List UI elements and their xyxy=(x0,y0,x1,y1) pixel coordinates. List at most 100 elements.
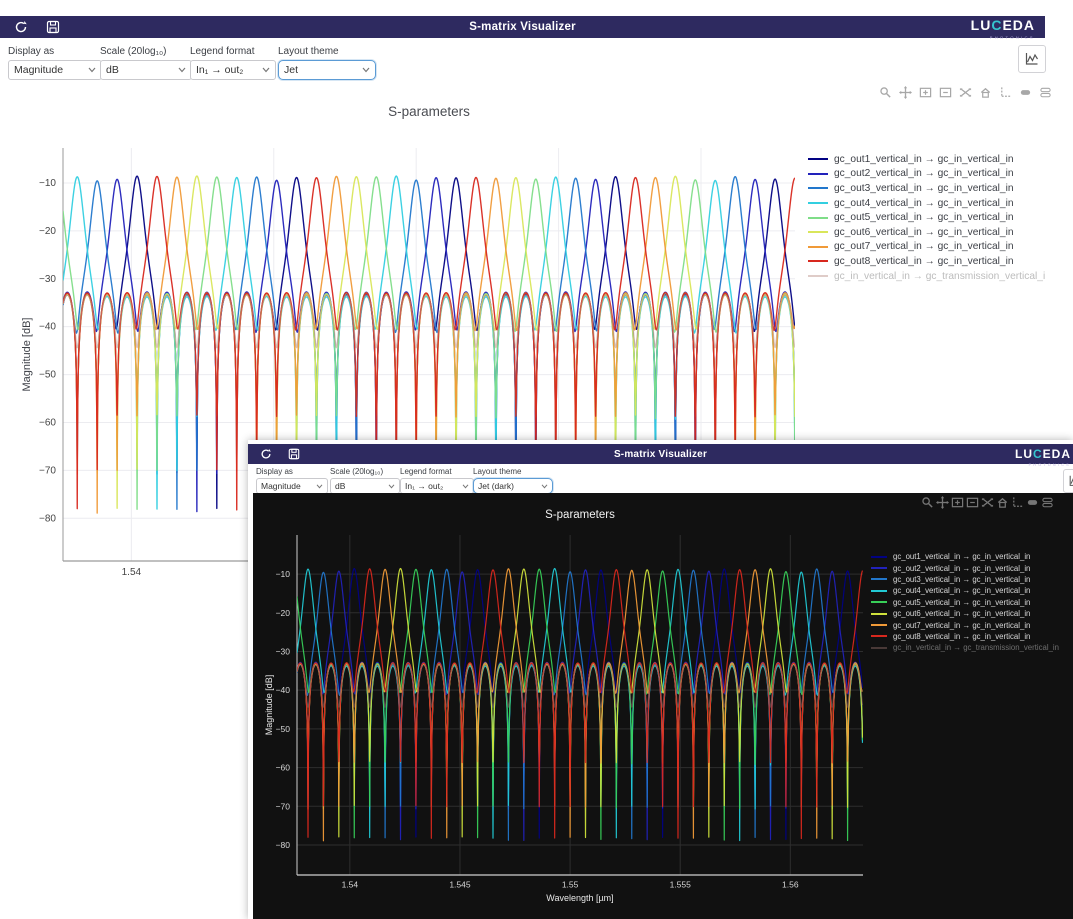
legend-label: gc_out2_vertical_in → gc_in_vertical_in xyxy=(834,168,1014,179)
series-line xyxy=(297,570,863,841)
legend-swatch xyxy=(871,647,887,649)
svg-text:Magnitude [dB]: Magnitude [dB] xyxy=(21,318,33,392)
chevron-down-icon xyxy=(541,484,548,489)
legend-swatch xyxy=(808,158,828,160)
legend-swatch xyxy=(871,624,887,626)
legend-label: gc_out7_vertical_in → gc_in_vertical_in xyxy=(834,241,1014,252)
svg-text:−70: −70 xyxy=(39,465,56,476)
legend-item[interactable]: gc_out5_vertical_in → gc_in_vertical_in xyxy=(808,210,1045,225)
plot-legend: gc_out1_vertical_in → gc_in_vertical_ing… xyxy=(808,152,1045,292)
legend-swatch xyxy=(808,217,828,219)
front-window: S-matrix Visualizer LUCEDA PHOTONICS Dis… xyxy=(248,440,1073,919)
layout-theme-select[interactable]: Jet (dark) xyxy=(473,478,553,494)
svg-text:−40: −40 xyxy=(276,685,291,695)
legend-format-control: Legend format In₁ → out₂ xyxy=(400,467,474,494)
new-plot-button[interactable] xyxy=(1063,469,1073,493)
legend-swatch xyxy=(871,556,887,558)
titlebar: S-matrix Visualizer LUCEDA PHOTONICS xyxy=(248,444,1073,464)
svg-text:−50: −50 xyxy=(276,724,291,734)
svg-text:1.54: 1.54 xyxy=(122,567,142,578)
svg-text:1.54: 1.54 xyxy=(342,880,359,890)
svg-text:1.55: 1.55 xyxy=(562,880,579,890)
legend-label: gc_out1_vertical_in → gc_in_vertical_in xyxy=(893,552,1030,561)
display-as-select[interactable]: Magnitude xyxy=(256,478,328,494)
legend-label: gc_out4_vertical_in → gc_in_vertical_in xyxy=(893,586,1030,595)
svg-text:−30: −30 xyxy=(276,646,291,656)
legend-label: gc_out5_vertical_in → gc_in_vertical_in xyxy=(834,212,1014,223)
svg-text:−60: −60 xyxy=(276,763,291,773)
legend-label: gc_out7_vertical_in → gc_in_vertical_in xyxy=(893,621,1030,630)
legend-label: gc_out8_vertical_in → gc_in_vertical_in xyxy=(893,632,1030,641)
scale-control: Scale (20log₁₀) dB xyxy=(330,467,400,494)
legend-item[interactable]: gc_out7_vertical_in → gc_in_vertical_in xyxy=(871,619,1073,630)
legend-swatch xyxy=(808,202,828,204)
legend-item[interactable]: gc_out8_vertical_in → gc_in_vertical_in xyxy=(808,254,1045,269)
svg-text:1.555: 1.555 xyxy=(670,880,692,890)
svg-text:−20: −20 xyxy=(276,608,291,618)
legend-label: gc_out3_vertical_in → gc_in_vertical_in xyxy=(834,183,1014,194)
legend-swatch xyxy=(808,260,828,262)
legend-item[interactable]: gc_out8_vertical_in → gc_in_vertical_in xyxy=(871,631,1073,642)
svg-text:−80: −80 xyxy=(276,840,291,850)
legend-item[interactable]: gc_out4_vertical_in → gc_in_vertical_in xyxy=(871,585,1073,596)
legend-swatch xyxy=(871,578,887,580)
legend-item[interactable]: gc_in_vertical_in → gc_transmission_vert… xyxy=(871,642,1073,653)
svg-text:1.56: 1.56 xyxy=(782,880,799,890)
legend-label: gc_out8_vertical_in → gc_in_vertical_in xyxy=(834,256,1014,267)
svg-text:−80: −80 xyxy=(39,513,56,524)
legend-item[interactable]: gc_out3_vertical_in → gc_in_vertical_in xyxy=(808,181,1045,196)
legend-item[interactable]: gc_out7_vertical_in → gc_in_vertical_in xyxy=(808,240,1045,255)
legend-swatch xyxy=(871,590,887,592)
dark-plot-panel: S-parameters −10−20−30−40−50−60−70−801.5… xyxy=(253,493,1073,919)
layout-theme-label: Layout theme xyxy=(473,467,553,476)
legend-swatch xyxy=(871,635,887,637)
scale-label: Scale (20log₁₀) xyxy=(330,467,400,476)
svg-text:−20: −20 xyxy=(39,226,56,237)
line-chart-icon xyxy=(1068,474,1073,488)
svg-text:−30: −30 xyxy=(39,274,56,285)
legend-label: gc_out5_vertical_in → gc_in_vertical_in xyxy=(893,598,1030,607)
legend-swatch xyxy=(871,601,887,603)
legend-swatch xyxy=(808,173,828,175)
legend-label: gc_out3_vertical_in → gc_in_vertical_in xyxy=(893,575,1030,584)
legend-swatch xyxy=(808,246,828,248)
svg-text:−70: −70 xyxy=(276,801,291,811)
display-as-label: Display as xyxy=(256,467,328,476)
legend-label: gc_out4_vertical_in → gc_in_vertical_in xyxy=(834,198,1014,209)
legend-item[interactable]: gc_out6_vertical_in → gc_in_vertical_in xyxy=(808,225,1045,240)
svg-text:Magnitude [dB]: Magnitude [dB] xyxy=(264,675,274,736)
legend-item[interactable]: gc_out1_vertical_in → gc_in_vertical_in xyxy=(871,551,1073,562)
legend-format-label: Legend format xyxy=(400,467,474,476)
svg-text:1.545: 1.545 xyxy=(449,880,471,890)
legend-item[interactable]: gc_out2_vertical_in → gc_in_vertical_in xyxy=(808,167,1045,182)
legend-swatch xyxy=(808,275,828,277)
legend-item[interactable]: gc_out1_vertical_in → gc_in_vertical_in xyxy=(808,152,1045,167)
svg-text:−10: −10 xyxy=(39,178,56,189)
legend-format-select[interactable]: In₁ → out₂ xyxy=(400,478,474,494)
legend-label: gc_out6_vertical_in → gc_in_vertical_in xyxy=(893,609,1030,618)
chevron-down-icon xyxy=(462,484,469,489)
legend-item[interactable]: gc_out4_vertical_in → gc_in_vertical_in xyxy=(808,196,1045,211)
screen: S-matrix Visualizer LUCEDA PHOTONICS Dis… xyxy=(0,0,1073,919)
svg-text:−60: −60 xyxy=(39,417,56,428)
plot-legend: gc_out1_vertical_in → gc_in_vertical_ing… xyxy=(871,551,1073,657)
legend-label: gc_out1_vertical_in → gc_in_vertical_in xyxy=(834,154,1014,165)
legend-swatch xyxy=(808,187,828,189)
legend-label: gc_in_vertical_in → gc_transmission_vert… xyxy=(834,271,1045,282)
legend-item[interactable]: gc_out6_vertical_in → gc_in_vertical_in xyxy=(871,608,1073,619)
legend-swatch xyxy=(808,231,828,233)
legend-label: gc_out2_vertical_in → gc_in_vertical_in xyxy=(893,564,1030,573)
legend-label: gc_out6_vertical_in → gc_in_vertical_in xyxy=(834,227,1014,238)
legend-item[interactable]: gc_out3_vertical_in → gc_in_vertical_in xyxy=(871,574,1073,585)
scale-select[interactable]: dB xyxy=(330,478,400,494)
layout-theme-control: Layout theme Jet (dark) xyxy=(473,467,553,494)
luceda-logo: LUCEDA PHOTONICS xyxy=(1015,446,1071,467)
legend-swatch xyxy=(871,613,887,615)
legend-item[interactable]: gc_in_vertical_in → gc_transmission_vert… xyxy=(808,269,1045,284)
svg-text:Wavelength [µm]: Wavelength [µm] xyxy=(546,893,613,903)
legend-label: gc_in_vertical_in → gc_transmission_vert… xyxy=(893,643,1059,652)
legend-item[interactable]: gc_out2_vertical_in → gc_in_vertical_in xyxy=(871,562,1073,573)
display-as-control: Display as Magnitude xyxy=(256,467,328,494)
svg-text:−50: −50 xyxy=(39,370,56,381)
legend-item[interactable]: gc_out5_vertical_in → gc_in_vertical_in xyxy=(871,597,1073,608)
